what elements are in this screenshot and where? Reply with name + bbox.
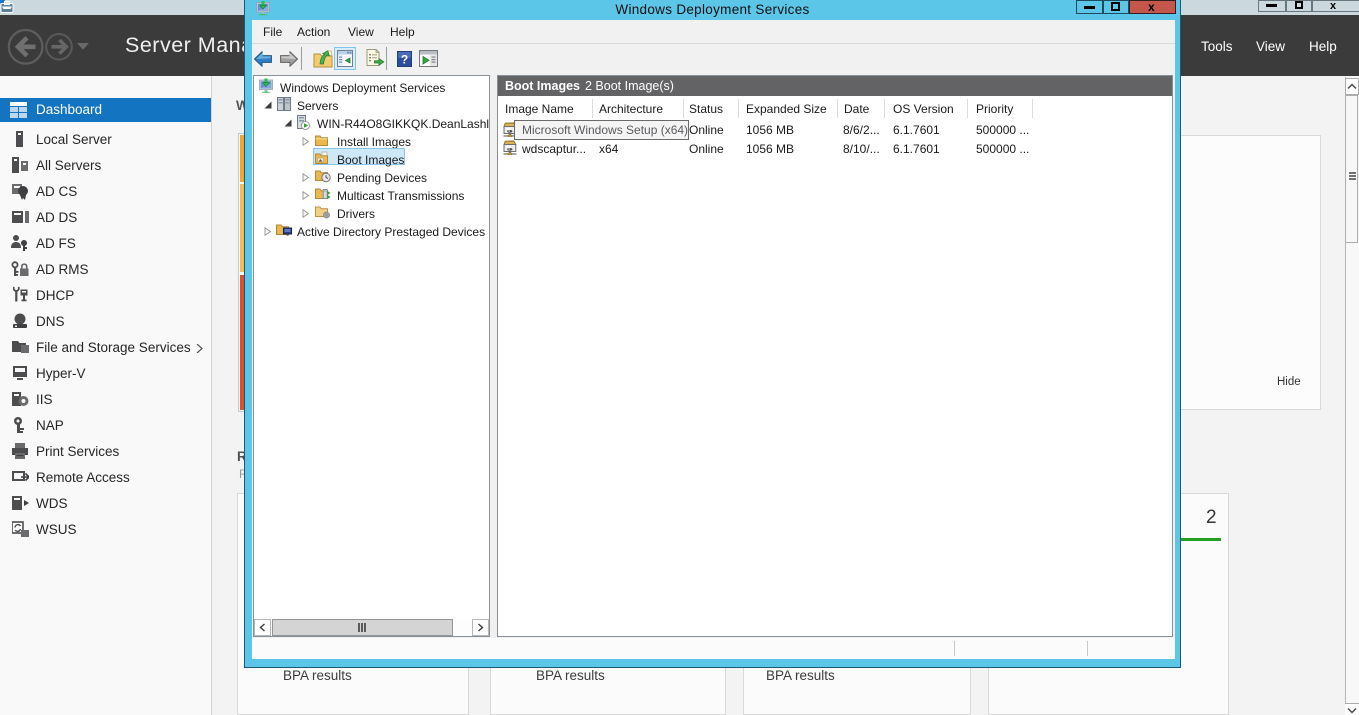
svg-text:?: ? bbox=[401, 53, 408, 67]
